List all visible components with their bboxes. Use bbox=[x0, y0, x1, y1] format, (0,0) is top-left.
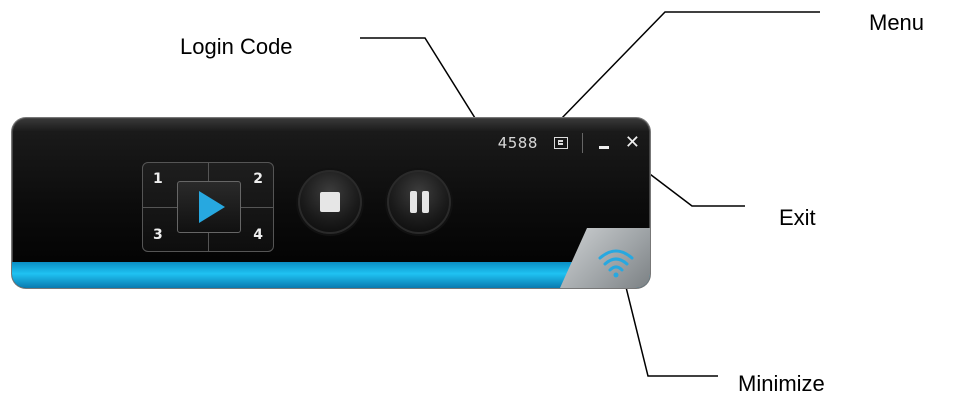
split-position-4[interactable]: 4 bbox=[253, 227, 263, 243]
split-position-1[interactable]: 1 bbox=[153, 171, 163, 187]
title-bar: 4588 ✕ bbox=[498, 130, 640, 156]
stop-icon bbox=[320, 192, 340, 212]
play-button[interactable] bbox=[177, 181, 241, 233]
accent-bar bbox=[12, 262, 650, 288]
wifi-icon bbox=[598, 249, 634, 278]
player-widget: 4588 ✕ 1 2 3 4 bbox=[12, 118, 650, 288]
login-code: 4588 bbox=[497, 134, 538, 152]
pause-button[interactable] bbox=[387, 170, 451, 234]
play-icon bbox=[199, 191, 225, 223]
exit-leader bbox=[637, 164, 745, 207]
menu-icon[interactable] bbox=[553, 137, 568, 149]
close-icon[interactable]: ✕ bbox=[625, 134, 640, 152]
split-position-3[interactable]: 3 bbox=[153, 227, 163, 243]
callout-login-code: Login Code bbox=[180, 34, 293, 59]
callout-minimize: Minimize bbox=[738, 371, 825, 396]
menu-leader bbox=[559, 11, 820, 121]
callout-exit: Exit bbox=[779, 205, 816, 230]
stop-button[interactable] bbox=[298, 170, 362, 234]
split-position-2[interactable]: 2 bbox=[253, 171, 263, 187]
pause-icon bbox=[409, 191, 429, 213]
split-screen-selector: 1 2 3 4 bbox=[142, 162, 274, 252]
callout-menu: Menu bbox=[869, 10, 925, 35]
minimize-button[interactable] bbox=[597, 134, 611, 152]
divider bbox=[581, 133, 583, 153]
